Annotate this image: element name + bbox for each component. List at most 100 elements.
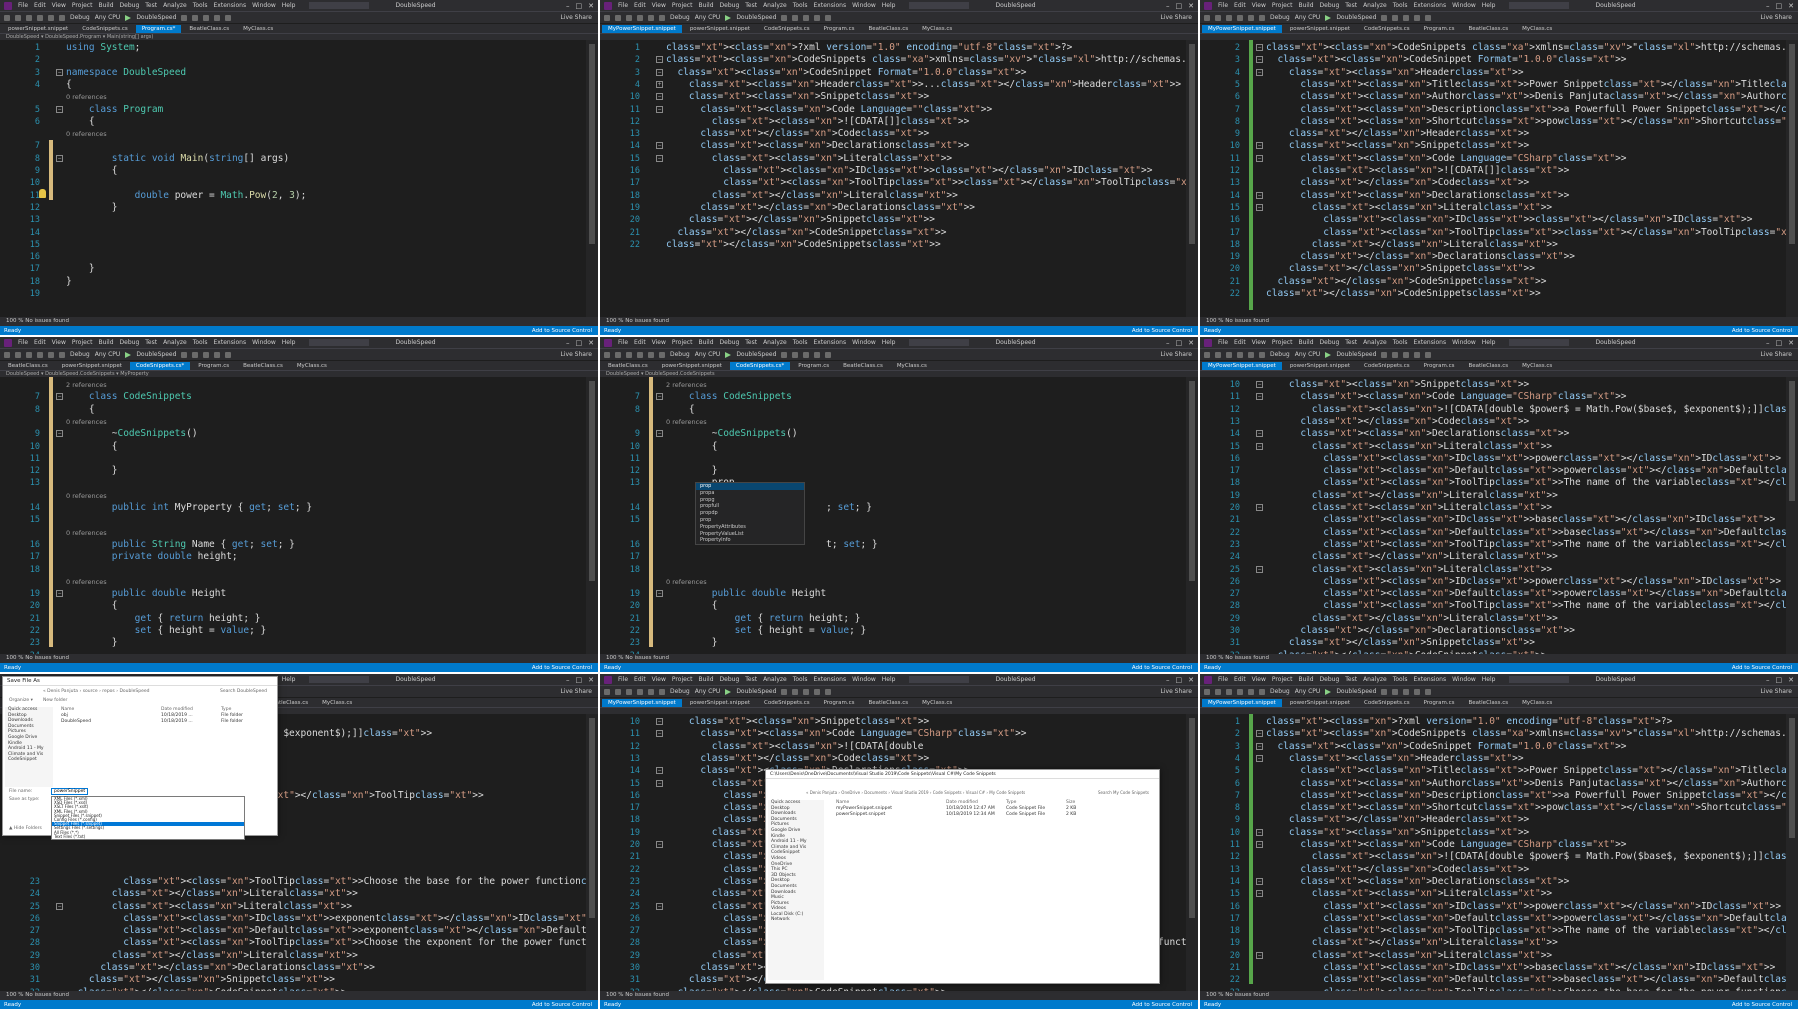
menu-item-edit[interactable]: Edit: [1234, 339, 1246, 346]
toolbar-icon[interactable]: [803, 14, 810, 21]
config-select[interactable]: Debug: [70, 351, 90, 358]
source-control-button[interactable]: Add to Source Control: [1132, 665, 1198, 671]
fold-toggle-icon[interactable]: −: [1256, 191, 1263, 199]
config-select[interactable]: Debug: [670, 351, 690, 358]
vertical-scrollbar[interactable]: [1786, 714, 1798, 991]
code-editor[interactable]: 10 − class="xt"><class="xn">Snippetclass=…: [1200, 377, 1798, 661]
fold-toggle-icon[interactable]: −: [656, 142, 663, 150]
live-share-button[interactable]: Live Share: [1161, 351, 1198, 358]
minimize-button[interactable]: –: [1766, 2, 1770, 10]
toolbar-icon[interactable]: [1392, 14, 1399, 21]
code-editor[interactable]: 1 class="xt"><class="xn">?xml version="1.…: [600, 40, 1198, 317]
menu-item-test[interactable]: Test: [745, 339, 757, 346]
platform-select[interactable]: Any CPU: [695, 688, 721, 695]
toolbar-icon[interactable]: [615, 351, 621, 358]
menu-item-tools[interactable]: Tools: [1393, 2, 1408, 9]
document-tab[interactable]: MyPowerSnippet.snippet: [1202, 25, 1282, 33]
menu-item-window[interactable]: Window: [252, 2, 276, 9]
menu-item-file[interactable]: File: [1218, 676, 1228, 683]
toolbar-icon[interactable]: [637, 14, 643, 21]
menu-item-analyze[interactable]: Analyze: [163, 2, 187, 9]
menu-item-help[interactable]: Help: [1482, 2, 1496, 9]
toolbar-icon[interactable]: [26, 351, 32, 358]
toolbar-icon[interactable]: [615, 688, 621, 695]
toolbar-icon[interactable]: [1215, 351, 1221, 358]
toolbar-icon[interactable]: [1381, 351, 1388, 358]
document-tab[interactable]: Program.cs: [1417, 699, 1461, 707]
menu-item-window[interactable]: Window: [1452, 2, 1476, 9]
menu-item-window[interactable]: Window: [1452, 339, 1476, 346]
run-button[interactable]: DoubleSpeed: [1336, 14, 1376, 21]
menu-item-analyze[interactable]: Analyze: [163, 339, 187, 346]
fold-toggle-icon[interactable]: −: [1256, 393, 1263, 401]
menu-item-extensions[interactable]: Extensions: [1414, 2, 1447, 9]
toolbar-icon[interactable]: [615, 14, 621, 21]
document-tab[interactable]: MyClass.cs: [916, 699, 959, 707]
toolbar-icon[interactable]: [48, 351, 54, 358]
search-box[interactable]: [309, 339, 370, 346]
document-tab[interactable]: powerSnippet.snippet: [683, 699, 756, 707]
menu-item-file[interactable]: File: [618, 2, 628, 9]
menu-item-edit[interactable]: Edit: [634, 339, 646, 346]
toolbar-icon[interactable]: [781, 351, 788, 358]
save-type-dropdown[interactable]: XML Files (*.xml) XSD Files (*.xsd) XSLT F…: [51, 796, 245, 840]
toolbar-icon[interactable]: [781, 688, 788, 695]
intellisense-item[interactable]: propa: [696, 490, 804, 497]
menu-item-window[interactable]: Window: [252, 339, 276, 346]
menu-item-extensions[interactable]: Extensions: [814, 2, 847, 9]
code-editor[interactable]: 2 references 7− class CodeSnippets 8 {0 re…: [600, 377, 1186, 661]
maximize-button[interactable]: □: [1176, 676, 1183, 684]
document-tab[interactable]: MyClass.cs: [290, 362, 333, 370]
toolbar-icon[interactable]: [225, 351, 232, 358]
menu-item-analyze[interactable]: Analyze: [763, 339, 787, 346]
menu-item-tools[interactable]: Tools: [1393, 339, 1408, 346]
menu-item-help[interactable]: Help: [282, 676, 296, 683]
close-button[interactable]: ✕: [1788, 339, 1794, 347]
source-control-button[interactable]: Add to Source Control: [532, 328, 598, 334]
menu-item-project[interactable]: Project: [672, 2, 693, 9]
fold-toggle-icon[interactable]: −: [656, 93, 663, 101]
run-button[interactable]: DoubleSpeed: [136, 351, 176, 358]
toolbar-icon[interactable]: [59, 14, 65, 21]
toolbar-icon[interactable]: [1248, 351, 1254, 358]
menu-item-extensions[interactable]: Extensions: [814, 339, 847, 346]
config-select[interactable]: Debug: [70, 14, 90, 21]
toolbar-icon[interactable]: [37, 351, 43, 358]
document-tab[interactable]: MyClass.cs: [1516, 362, 1559, 370]
menu-item-view[interactable]: View: [1252, 2, 1266, 9]
menu-item-debug[interactable]: Debug: [1320, 2, 1340, 9]
toolbar-icon[interactable]: [659, 688, 665, 695]
menu-item-build[interactable]: Build: [98, 339, 113, 346]
live-share-button[interactable]: Live Share: [1761, 351, 1798, 358]
document-tab[interactable]: Program.cs: [1417, 25, 1461, 33]
document-tab[interactable]: Program.cs*: [135, 25, 182, 33]
fold-toggle-icon[interactable]: −: [56, 590, 63, 598]
toolbar-icon[interactable]: [803, 351, 810, 358]
run-icon[interactable]: [1325, 351, 1332, 358]
menu-item-test[interactable]: Test: [1345, 339, 1357, 346]
live-share-button[interactable]: Live Share: [1761, 14, 1798, 21]
codelens-references[interactable]: 0 references: [66, 91, 107, 103]
document-tab[interactable]: Program.cs: [792, 362, 836, 370]
vertical-scrollbar[interactable]: [1786, 377, 1798, 654]
toolbar-icon[interactable]: [1237, 14, 1243, 21]
toolbar-icon[interactable]: [659, 14, 665, 21]
navigation-bar[interactable]: [1200, 33, 1798, 40]
toolbar-icon[interactable]: [1392, 351, 1399, 358]
toolbar-icon[interactable]: [1403, 351, 1410, 358]
toolbar-icon[interactable]: [192, 14, 199, 21]
toolbar-icon[interactable]: [1259, 688, 1265, 695]
toolbar-icon[interactable]: [37, 14, 43, 21]
run-button[interactable]: DoubleSpeed: [736, 351, 776, 358]
toolbar-icon[interactable]: [181, 14, 188, 21]
fold-toggle-icon[interactable]: −: [1256, 44, 1263, 51]
toolbar-icon[interactable]: [1237, 351, 1243, 358]
source-control-button[interactable]: Add to Source Control: [532, 1002, 598, 1008]
explorer-search[interactable]: Search My Code Snippets: [1098, 790, 1149, 795]
fold-toggle-icon[interactable]: −: [656, 56, 663, 64]
menu-item-debug[interactable]: Debug: [1320, 676, 1340, 683]
minimize-button[interactable]: –: [566, 339, 570, 347]
codelens-references[interactable]: 2 references: [66, 379, 107, 391]
toolbar-icon[interactable]: [1215, 14, 1221, 21]
document-tab[interactable]: BeatleClass.cs: [2, 362, 54, 370]
